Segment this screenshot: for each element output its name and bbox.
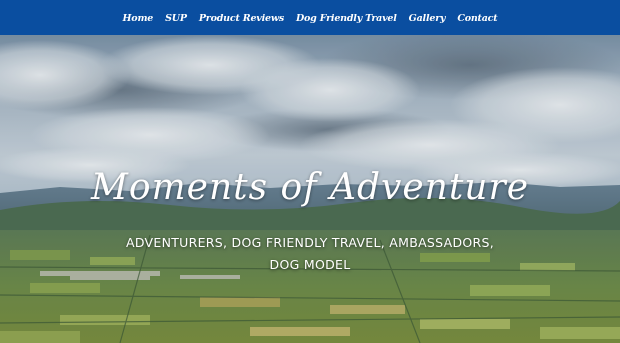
- nav-item-dog-friendly-travel: Dog Friendly Travel: [296, 8, 397, 26]
- site-title: Moments of Adventure: [90, 167, 530, 208]
- nav-item-contact: Contact: [457, 8, 497, 26]
- top-navigation-bar: Home SUP Product Reviews Dog Friendly Tr…: [0, 0, 620, 35]
- nav-link-home[interactable]: Home: [123, 13, 154, 24]
- nav-item-home: Home: [123, 8, 154, 26]
- hero-content: Moments of Adventure ADVENTURERS, DOG FR…: [0, 167, 620, 276]
- hero-banner: Moments of Adventure ADVENTURERS, DOG FR…: [0, 35, 620, 343]
- nav-link-product-reviews[interactable]: Product Reviews: [199, 13, 284, 24]
- nav-link-contact[interactable]: Contact: [457, 13, 497, 24]
- nav-link-sup[interactable]: SUP: [165, 13, 187, 24]
- nav-link-gallery[interactable]: Gallery: [409, 13, 446, 24]
- nav-link-dog-friendly-travel[interactable]: Dog Friendly Travel: [296, 13, 397, 24]
- nav-item-sup: SUP: [165, 8, 187, 26]
- nav-item-product-reviews: Product Reviews: [199, 8, 284, 26]
- site-tagline: ADVENTURERS, DOG FRIENDLY TRAVEL, AMBASS…: [125, 235, 495, 272]
- nav-menu: Home SUP Product Reviews Dog Friendly Tr…: [123, 8, 498, 26]
- nav-item-gallery: Gallery: [409, 8, 446, 26]
